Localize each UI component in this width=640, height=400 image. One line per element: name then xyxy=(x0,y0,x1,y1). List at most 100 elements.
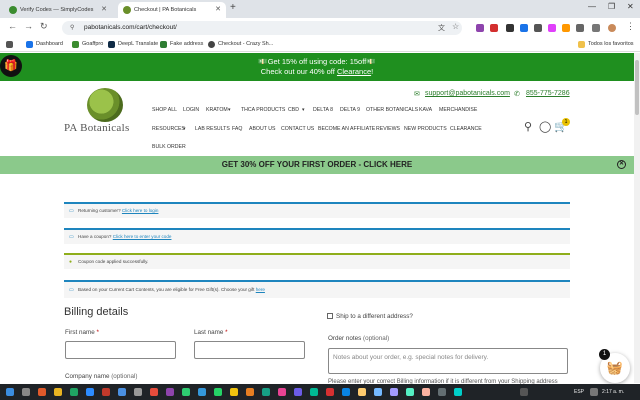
search-icon[interactable]: ⚲ xyxy=(524,120,532,133)
browser-menu-icon[interactable]: ⋮ xyxy=(626,21,635,32)
tray-chevron-icon[interactable] xyxy=(520,388,528,396)
forward-icon[interactable]: → xyxy=(24,21,33,31)
close-window-icon[interactable]: ✕ xyxy=(627,2,634,11)
nav-kratom[interactable]: KRATOM xyxy=(206,107,228,113)
nav-kava[interactable]: KAVA xyxy=(419,107,432,113)
taskbar-app-icon[interactable] xyxy=(198,388,206,396)
all-bookmarks[interactable]: Todos los favoritos xyxy=(578,40,634,49)
taskbar-app-icon[interactable] xyxy=(342,388,350,396)
close-tab-icon[interactable]: ✕ xyxy=(215,2,221,18)
extension-icon[interactable] xyxy=(506,24,514,32)
nav-login[interactable]: LOGIN xyxy=(183,107,199,113)
extension-icon[interactable] xyxy=(548,24,556,32)
nav-faq[interactable]: FAQ xyxy=(232,126,242,132)
nav-lab-results[interactable]: LAB RESULTS xyxy=(195,126,230,132)
side-panel-icon[interactable] xyxy=(592,24,600,32)
choose-gift-link[interactable]: here xyxy=(256,287,265,292)
taskbar-app-icon[interactable] xyxy=(102,388,110,396)
last-name-input[interactable] xyxy=(194,341,305,359)
nav-delta-8[interactable]: DELTA 8 xyxy=(313,107,333,113)
extension-icon[interactable] xyxy=(562,24,570,32)
taskbar-app-icon[interactable] xyxy=(262,388,270,396)
taskbar-app-icon[interactable] xyxy=(38,388,46,396)
extension-a-icon[interactable] xyxy=(476,24,484,32)
language-indicator[interactable]: ESP xyxy=(574,388,584,396)
nav-reviews[interactable]: REVIEWS xyxy=(376,126,400,132)
taskbar-app-icon[interactable] xyxy=(294,388,302,396)
whatsapp-icon[interactable] xyxy=(214,388,222,396)
browser-tab-simplycodes[interactable]: Verify Codes — SimplyCodes ✕ xyxy=(4,2,112,18)
logo-leaf-icon[interactable] xyxy=(87,88,123,122)
nav-bulk-order[interactable]: BULK ORDER xyxy=(152,144,186,150)
taskbar-app-icon[interactable] xyxy=(134,388,142,396)
taskbar-app-icon[interactable] xyxy=(150,388,158,396)
close-tab-icon[interactable]: ✕ xyxy=(101,2,107,18)
taskbar-app-icon[interactable] xyxy=(246,388,254,396)
back-icon[interactable]: ← xyxy=(8,21,17,31)
taskbar-app-icon[interactable] xyxy=(182,388,190,396)
first-order-banner[interactable]: GET 30% OFF YOUR FIRST ORDER - CLICK HER… xyxy=(0,156,634,174)
support-email-link[interactable]: support@pabotanicals.com xyxy=(425,90,510,97)
network-volume-icon[interactable] xyxy=(590,388,598,396)
bookmark-goaffpro[interactable]: Goaffpro xyxy=(72,40,103,49)
nav-other-botanicals[interactable]: OTHER BOTANICALS xyxy=(366,107,418,113)
taskbar-app-icon[interactable] xyxy=(278,388,286,396)
nav-new-products[interactable]: NEW PRODUCTS xyxy=(404,126,447,132)
gift-icon[interactable]: 🎁 xyxy=(0,55,22,77)
phone-link[interactable]: 855-775-7286 xyxy=(526,90,570,97)
clearance-link[interactable]: Clearance xyxy=(337,67,371,76)
ship-different-checkbox[interactable] xyxy=(327,313,333,319)
taskbar-app-icon[interactable] xyxy=(438,388,446,396)
order-notes-textarea[interactable]: Notes about your order, e.g. special not… xyxy=(328,348,568,374)
ship-different-label[interactable]: Ship to a different address? xyxy=(336,313,413,320)
site-logo[interactable]: PA Botanicals xyxy=(64,122,130,134)
address-bar[interactable]: ⚲ pabotanicals.com/cart/checkout/ xyxy=(62,21,462,35)
profile-avatar-icon[interactable] xyxy=(608,24,616,32)
site-info-icon[interactable]: ⚲ xyxy=(70,21,74,35)
reload-icon[interactable]: ↻ xyxy=(40,21,48,32)
nav-contact-us[interactable]: CONTACT US xyxy=(281,126,314,132)
nav-delta-9[interactable]: DELTA 9 xyxy=(340,107,360,113)
taskbar-app-icon[interactable] xyxy=(454,388,462,396)
nav-become-affiliate[interactable]: BECOME AN AFFILIATE xyxy=(318,126,375,132)
search-icon[interactable] xyxy=(22,388,30,396)
new-tab-icon[interactable]: + xyxy=(230,2,236,13)
bookmark-star-icon[interactable]: ☆ xyxy=(452,22,459,31)
taskbar-app-icon[interactable] xyxy=(86,388,94,396)
nav-shop-all[interactable]: SHOP ALL xyxy=(152,107,177,113)
nav-resources[interactable]: RESOURCES xyxy=(152,126,185,132)
taskbar-app-icon[interactable] xyxy=(70,388,78,396)
taskbar-app-icon[interactable] xyxy=(374,388,382,396)
taskbar-app-icon[interactable] xyxy=(310,388,318,396)
clock[interactable]: 2:17 a. m. xyxy=(602,388,624,396)
nav-about-us[interactable]: ABOUT US xyxy=(249,126,275,132)
account-icon[interactable]: ◯ xyxy=(539,120,551,133)
taskbar-app-icon[interactable] xyxy=(326,388,334,396)
login-link[interactable]: Click here to login xyxy=(122,208,159,213)
first-name-input[interactable] xyxy=(65,341,176,359)
bookmark-checkout[interactable]: Checkout - Crazy Sh... xyxy=(208,40,273,49)
restore-icon[interactable]: ❐ xyxy=(608,2,615,11)
bookmark-fake-address[interactable]: Fake address xyxy=(160,40,203,49)
close-icon[interactable]: ✕ xyxy=(617,160,626,169)
taskbar-app-icon[interactable] xyxy=(118,388,126,396)
nav-cbd[interactable]: CBD xyxy=(288,107,299,113)
file-explorer-icon[interactable] xyxy=(54,388,62,396)
extension-youtube-icon[interactable] xyxy=(490,24,498,32)
taskbar-app-icon[interactable] xyxy=(406,388,414,396)
extensions-puzzle-icon[interactable] xyxy=(576,24,584,32)
taskbar-app-icon[interactable] xyxy=(358,388,366,396)
browser-tab-checkout[interactable]: Checkout | PA Botanicals ✕ xyxy=(118,2,226,18)
enter-coupon-link[interactable]: Click here to enter your code xyxy=(113,234,172,239)
chrome-icon[interactable] xyxy=(230,388,238,396)
nav-clearance[interactable]: CLEARANCE xyxy=(450,126,482,132)
translate-icon[interactable]: 文 xyxy=(438,23,445,33)
taskbar-app-icon[interactable] xyxy=(390,388,398,396)
nav-thca-products[interactable]: THCA PRODUCTS xyxy=(241,107,285,113)
taskbar-app-icon[interactable] xyxy=(166,388,174,396)
minimize-icon[interactable]: — xyxy=(588,2,596,11)
extension-icon[interactable] xyxy=(520,24,528,32)
nav-merchandise[interactable]: MERCHANDISE xyxy=(439,107,477,113)
scrollbar-thumb[interactable] xyxy=(635,60,639,115)
extension-icon[interactable] xyxy=(534,24,542,32)
